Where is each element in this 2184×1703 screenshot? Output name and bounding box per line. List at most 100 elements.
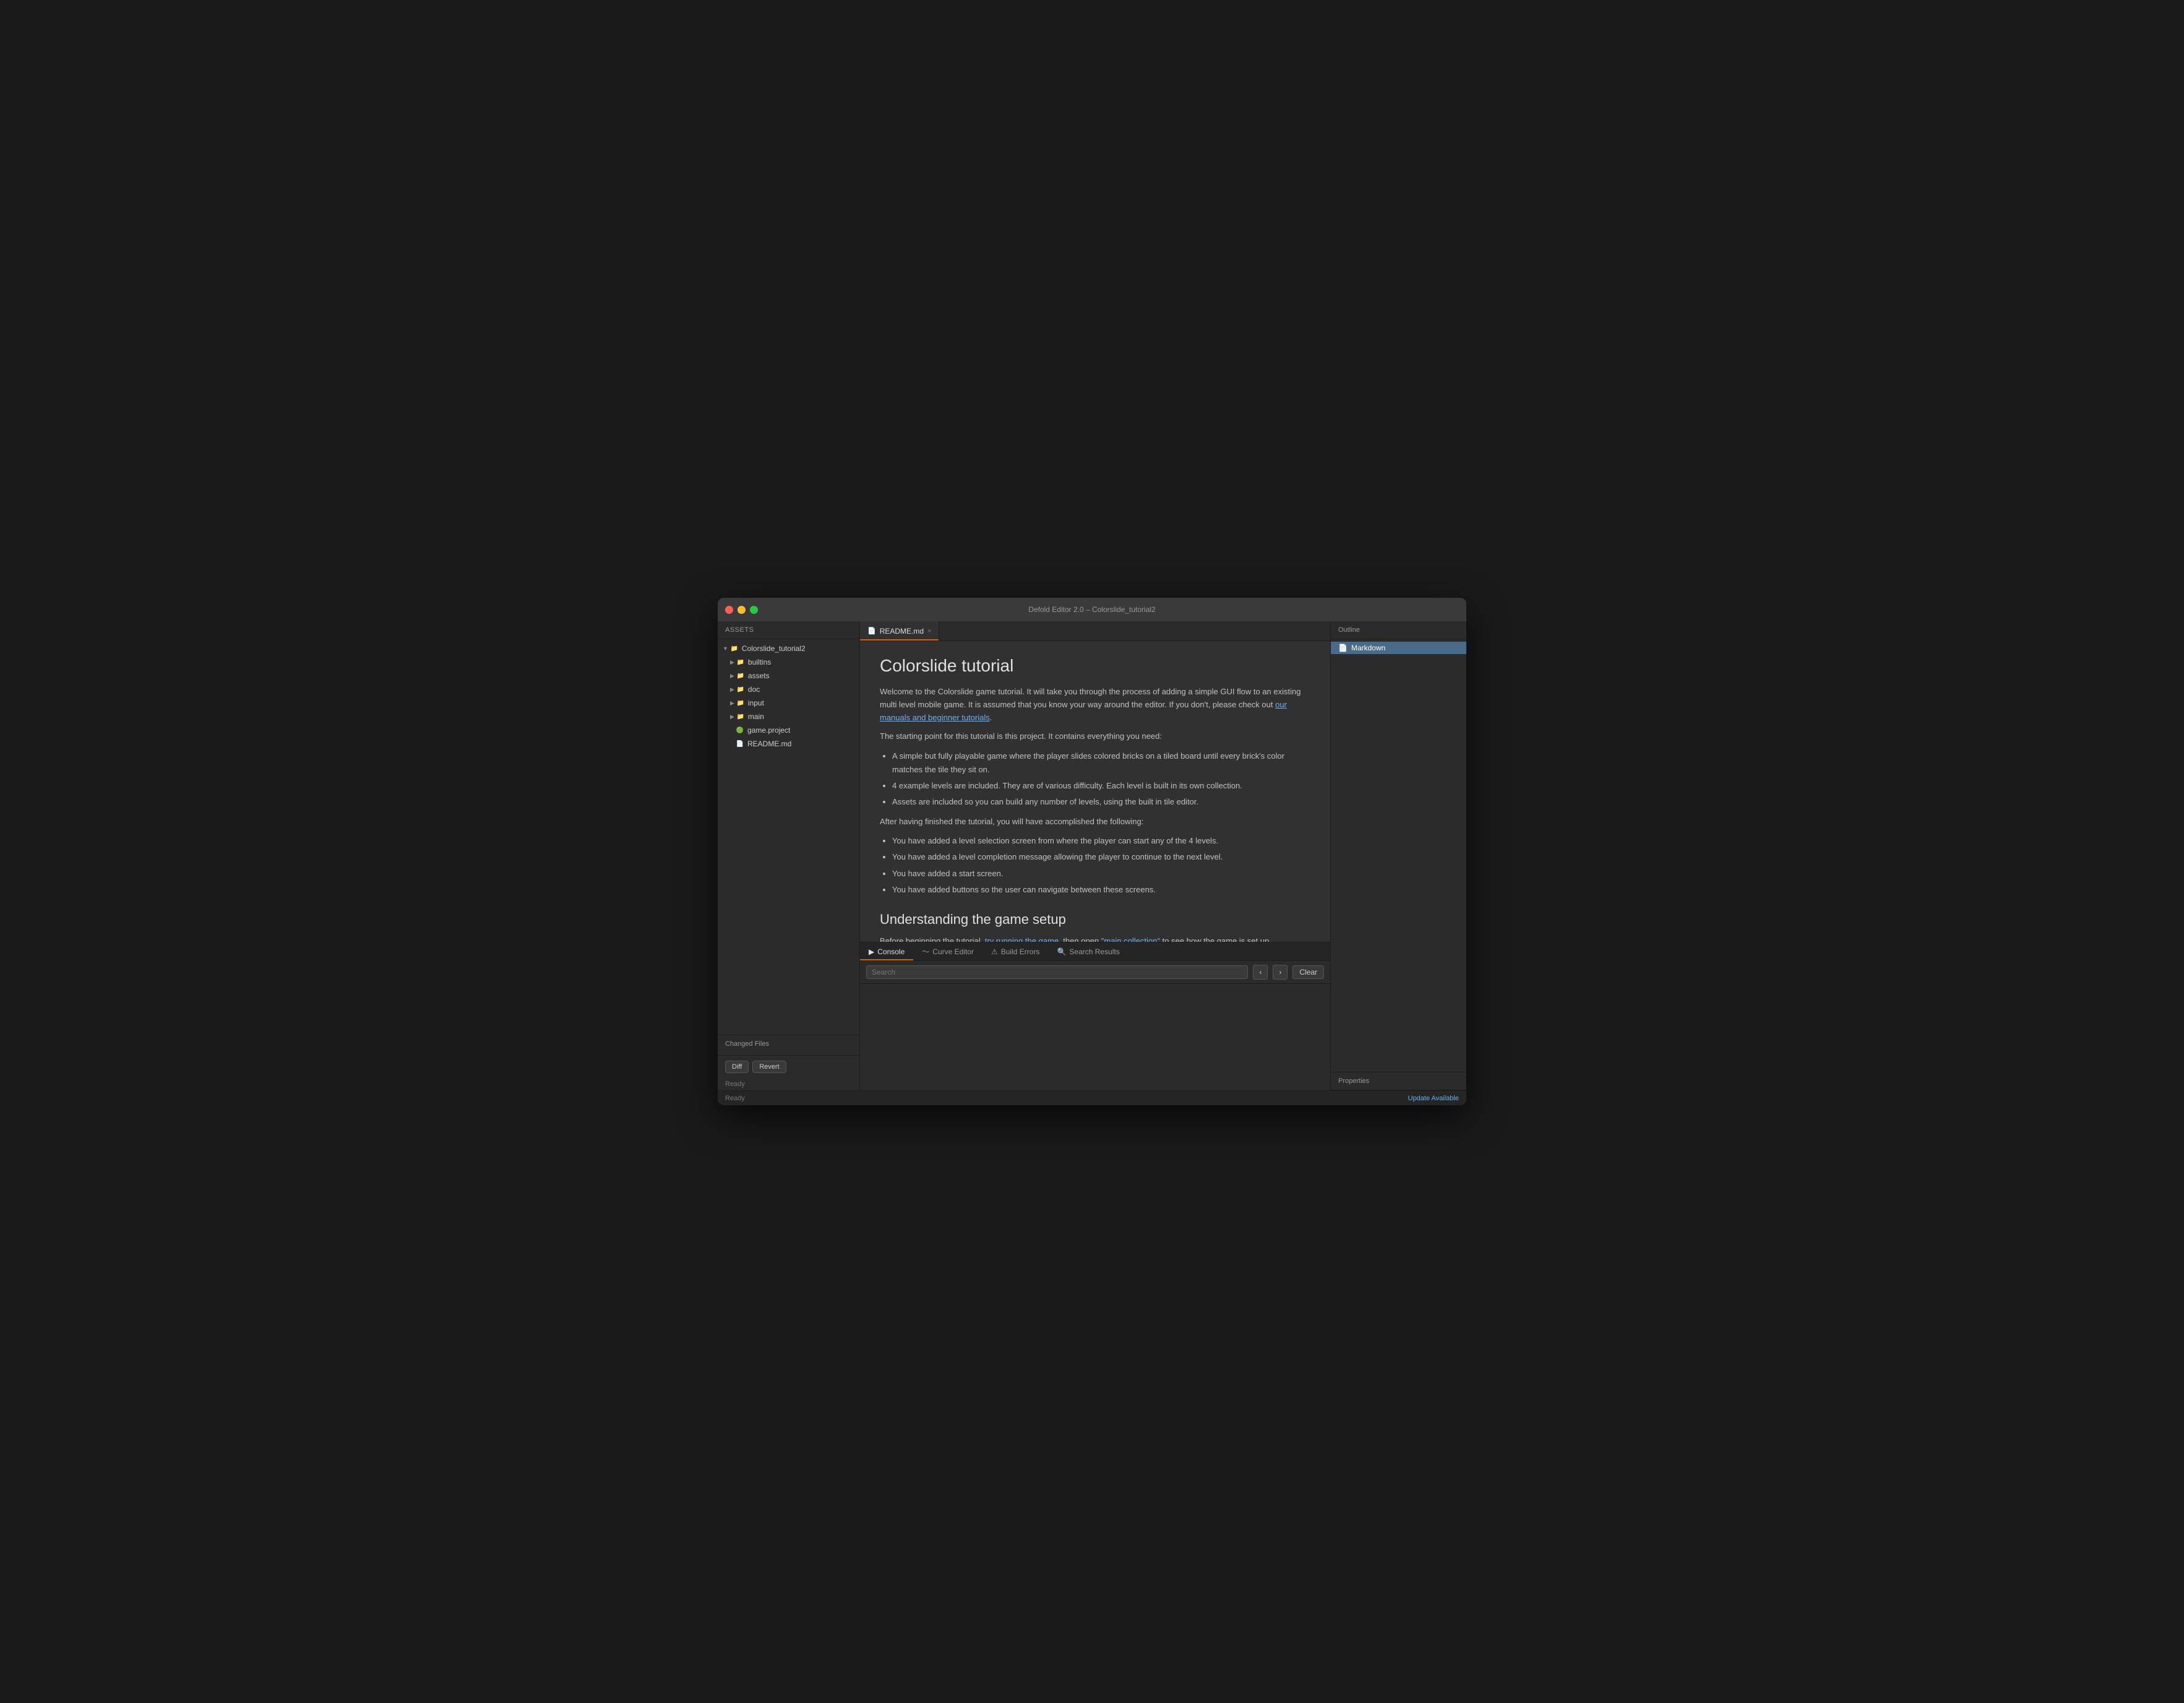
- assets-header: Assets: [718, 621, 859, 639]
- changed-files-section: Changed Files: [718, 1035, 859, 1055]
- markdown-editor: Colorslide tutorial Welcome to the Color…: [860, 641, 1330, 942]
- tab-close-icon[interactable]: ×: [927, 627, 931, 635]
- changed-files-header: Changed Files: [725, 1040, 852, 1048]
- tab-label: README.md: [880, 627, 924, 636]
- tree-item-label: builtins: [748, 658, 771, 666]
- diff-button[interactable]: Diff: [725, 1061, 749, 1073]
- tree-item-label: input: [748, 699, 764, 707]
- search-input[interactable]: [866, 965, 1248, 979]
- revert-button[interactable]: Revert: [752, 1061, 786, 1073]
- arrow-icon: ▶: [730, 714, 734, 720]
- console-label: Console: [877, 947, 905, 956]
- tree-item-main[interactable]: ▶ 📁 main: [718, 710, 859, 723]
- right-sidebar: Outline 📄 Markdown Properties: [1330, 621, 1466, 1090]
- clear-btn[interactable]: Clear: [1292, 965, 1324, 979]
- tab-console[interactable]: ▶ Console: [860, 942, 913, 960]
- sidebar-bottom-buttons: Diff Revert: [718, 1055, 859, 1078]
- arrow-icon: ▼: [723, 645, 728, 652]
- bullet-1-2: 4 example levels are included. They are …: [892, 779, 1310, 793]
- bullet-2-3: You have added a start screen.: [892, 867, 1310, 881]
- arrow-icon: ▶: [730, 659, 734, 666]
- minimize-button[interactable]: [737, 606, 746, 614]
- intro-text-1: Welcome to the Colorslide game tutorial.…: [880, 687, 1301, 709]
- tree-item-label: game.project: [747, 726, 790, 735]
- bullets-1: A simple but fully playable game where t…: [892, 749, 1310, 809]
- bullet-2-2: You have added a level completion messag…: [892, 850, 1310, 864]
- folder-icon: 📁: [736, 684, 746, 694]
- tree-item-builtins[interactable]: ▶ 📁 builtins: [718, 655, 859, 669]
- tree-item-input[interactable]: ▶ 📁 input: [718, 696, 859, 710]
- setup-paragraph: Before beginning the tutorial, try runni…: [880, 935, 1310, 942]
- tree-item-label: Colorslide_tutorial2: [742, 644, 806, 653]
- left-sidebar: Assets ▼ 📁 Colorslide_tutorial2 ▶ 📁 buil…: [718, 621, 860, 1090]
- tree-item-label: README.md: [747, 739, 791, 748]
- sidebar-status: Ready: [718, 1078, 859, 1090]
- bottom-panel: ▶ Console 〜 Curve Editor ⚠ Build Errors …: [860, 942, 1330, 1090]
- search-results-icon: 🔍: [1057, 947, 1066, 956]
- curve-editor-icon: 〜: [922, 946, 929, 957]
- doc-title: Colorslide tutorial: [880, 656, 1310, 676]
- file-tree: ▼ 📁 Colorslide_tutorial2 ▶ 📁 builtins ▶ …: [718, 639, 859, 1035]
- curve-editor-label: Curve Editor: [932, 947, 974, 956]
- next-result-btn[interactable]: ›: [1273, 965, 1288, 980]
- outline-tree-item-markdown[interactable]: 📄 Markdown: [1331, 642, 1466, 654]
- intro-paragraph-2: The starting point for this tutorial is …: [880, 730, 1310, 743]
- arrow-icon: ▶: [730, 673, 734, 679]
- search-results-label: Search Results: [1069, 947, 1119, 956]
- tab-build-errors[interactable]: ⚠ Build Errors: [982, 942, 1048, 960]
- arrow-icon: ▶: [730, 686, 734, 693]
- tree-item-label: main: [748, 712, 764, 721]
- bullet-1-1: A simple but fully playable game where t…: [892, 749, 1310, 777]
- properties-panel: Properties: [1331, 1072, 1466, 1090]
- bullet-2-4: You have added buttons so the user can n…: [892, 883, 1310, 897]
- app-window: Defold Editor 2.0 – Colorslide_tutorial2…: [718, 598, 1466, 1105]
- folder-icon: 📁: [736, 712, 746, 722]
- maximize-button[interactable]: [750, 606, 758, 614]
- tree-item-game-project[interactable]: 🟢 game.project: [718, 723, 859, 737]
- editor-tab-bar: 📄 README.md ×: [860, 621, 1330, 641]
- main-collection-link[interactable]: "main.collection": [1101, 936, 1160, 942]
- outline-tree-label: Markdown: [1351, 644, 1385, 652]
- bullet-2-1: You have added a level selection screen …: [892, 834, 1310, 848]
- bottom-tab-bar: ▶ Console 〜 Curve Editor ⚠ Build Errors …: [860, 942, 1330, 961]
- console-icon: ▶: [869, 947, 874, 956]
- prev-result-btn[interactable]: ‹: [1253, 965, 1268, 980]
- window-title: Defold Editor 2.0 – Colorslide_tutorial2: [1028, 605, 1155, 614]
- tree-item-assets[interactable]: ▶ 📁 assets: [718, 669, 859, 683]
- tab-search-results[interactable]: 🔍 Search Results: [1048, 942, 1128, 960]
- status-bar: Ready Update Available: [718, 1090, 1466, 1105]
- console-toolbar: ‹ › Clear: [860, 961, 1330, 984]
- update-available-link[interactable]: Update Available: [1408, 1095, 1459, 1102]
- setup-text-1: Before beginning the tutorial,: [880, 936, 985, 942]
- folder-icon: 📁: [736, 698, 746, 708]
- main-layout: Assets ▼ 📁 Colorslide_tutorial2 ▶ 📁 buil…: [718, 621, 1466, 1090]
- console-log-area: [860, 984, 1330, 1090]
- tree-item-label: assets: [748, 671, 770, 680]
- tab-readme[interactable]: 📄 README.md ×: [860, 621, 939, 640]
- outline-panel-header: Outline: [1331, 621, 1466, 639]
- outline-tree: 📄 Markdown: [1331, 639, 1466, 657]
- build-errors-icon: ⚠: [991, 947, 998, 956]
- setup-text-3: to see how the game is set up.: [1160, 936, 1271, 942]
- right-panel-divider: [1331, 657, 1466, 1072]
- console-content: ‹ › Clear: [860, 961, 1330, 1090]
- tree-item-root[interactable]: ▼ 📁 Colorslide_tutorial2: [718, 642, 859, 655]
- folder-icon: 📁: [729, 644, 739, 653]
- tree-item-doc[interactable]: ▶ 📁 doc: [718, 683, 859, 696]
- setup-text-2: , then open: [1059, 936, 1101, 942]
- intro-paragraph-1: Welcome to the Colorslide game tutorial.…: [880, 686, 1310, 724]
- tab-curve-editor[interactable]: 〜 Curve Editor: [913, 942, 982, 960]
- setup-heading: Understanding the game setup: [880, 912, 1310, 928]
- tree-item-readme[interactable]: 📄 README.md: [718, 737, 859, 751]
- close-button[interactable]: [725, 606, 733, 614]
- center-content: 📄 README.md × Colorslide tutorial Welcom…: [860, 621, 1330, 1090]
- run-game-link[interactable]: try running the game: [985, 936, 1059, 942]
- tab-file-icon: 📄: [867, 627, 876, 635]
- tree-item-label: doc: [748, 685, 760, 694]
- build-errors-label: Build Errors: [1001, 947, 1040, 956]
- bullets-2: You have added a level selection screen …: [892, 834, 1310, 896]
- bullet-1-3: Assets are included so you can build any…: [892, 795, 1310, 809]
- folder-icon: 📁: [736, 671, 746, 681]
- intro-suffix: .: [990, 713, 992, 722]
- status-text: Ready: [725, 1095, 745, 1102]
